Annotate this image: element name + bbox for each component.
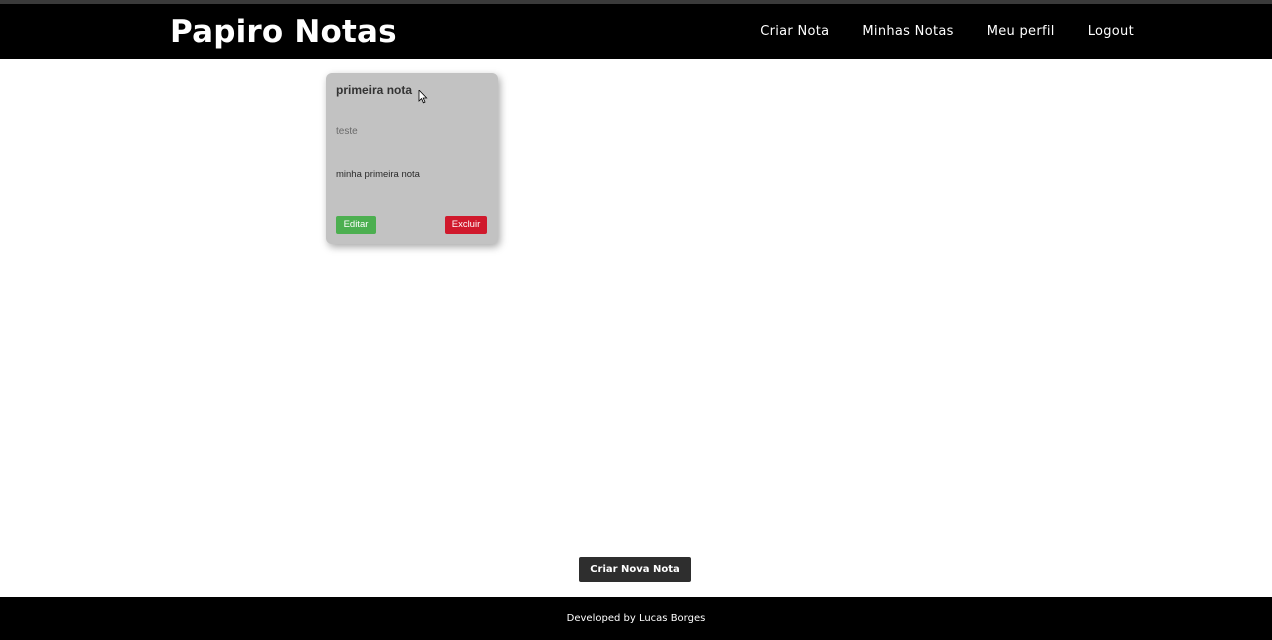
footer: Developed by Lucas Borges	[0, 597, 1272, 640]
nav-link-logout[interactable]: Logout	[1088, 23, 1134, 41]
note-title: primeira nota	[336, 83, 413, 97]
nav-link-minhas-notas[interactable]: Minhas Notas	[862, 23, 953, 41]
footer-credit: Developed by Lucas Borges	[566, 613, 706, 624]
navbar: Papiro Notas Criar Nota Minhas Notas Meu…	[0, 4, 1272, 59]
nav-link-criar-nota[interactable]: Criar Nota	[760, 23, 829, 41]
nav-links: Criar Nota Minhas Notas Meu perfil Logou…	[760, 23, 1134, 41]
brand-title[interactable]: Papiro Notas	[170, 13, 397, 51]
note-card: primeira nota teste minha primeira nota …	[326, 73, 498, 244]
delete-note-button[interactable]: Excluir	[445, 216, 487, 234]
note-subtitle: teste	[336, 126, 358, 137]
create-new-note-button[interactable]: Criar Nova Nota	[579, 557, 691, 582]
edit-note-button[interactable]: Editar	[336, 216, 376, 234]
note-body: minha primeira nota	[336, 169, 420, 180]
mouse-pointer-icon	[418, 90, 428, 104]
nav-link-meu-perfil[interactable]: Meu perfil	[987, 23, 1055, 41]
